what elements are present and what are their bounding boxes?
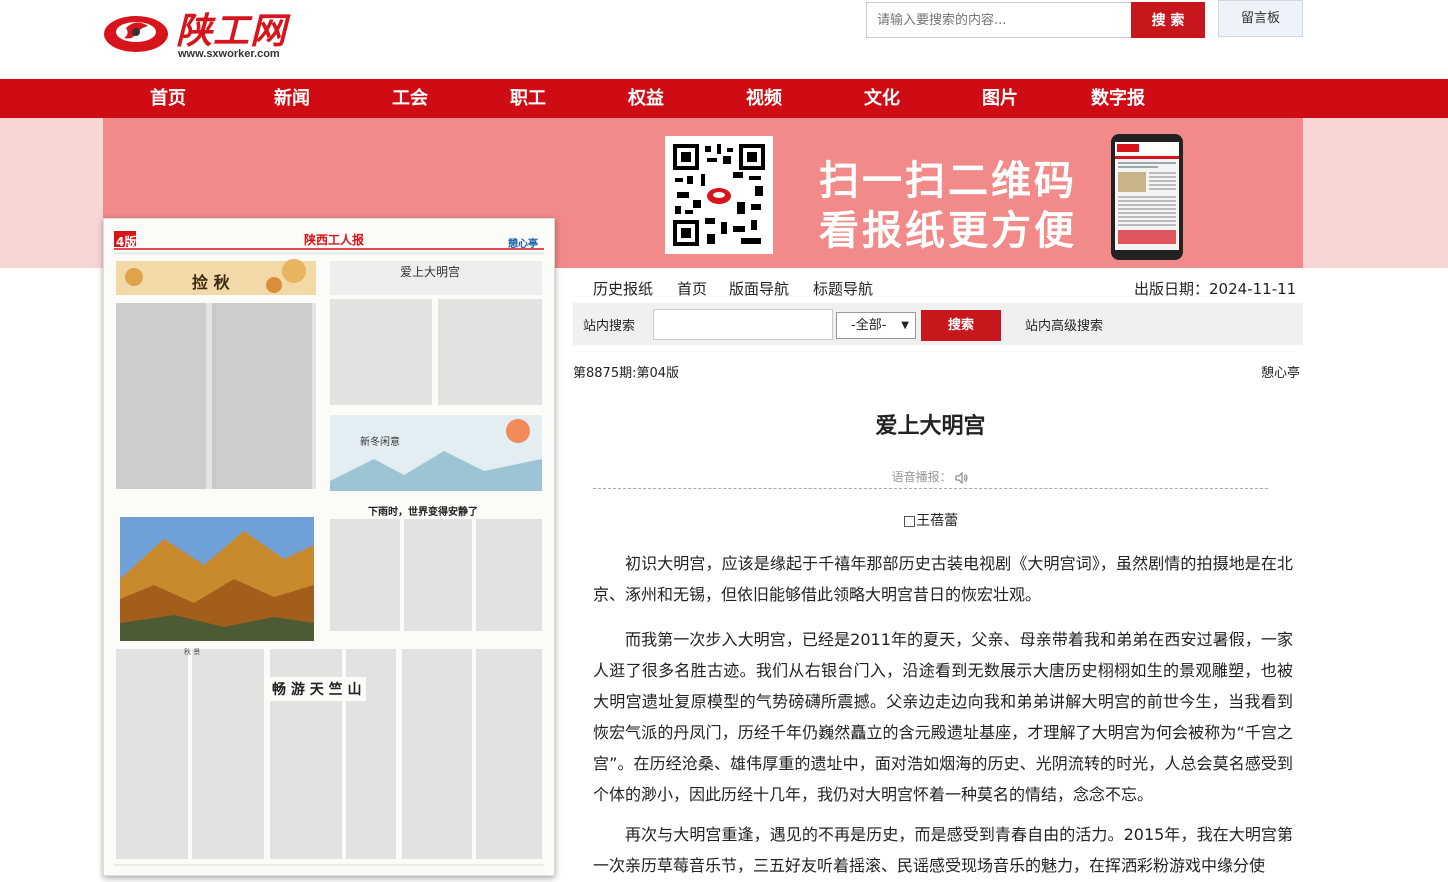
speaker-icon[interactable] bbox=[955, 471, 969, 484]
article-paragraph: 而我第一次步入大明宫，已经是2011年的夏天，父亲、母亲带着我和弟弟在西安过暑假… bbox=[593, 630, 1293, 804]
subnav-home[interactable]: 首页 bbox=[677, 278, 707, 299]
nav-item-video[interactable]: 视频 bbox=[746, 79, 782, 118]
pub-date-label: 出版日期： bbox=[1134, 280, 1210, 298]
site-header: 陕工网 www.sxworker.com 搜 索 留言板 bbox=[0, 0, 1448, 78]
nav-item-union[interactable]: 工会 bbox=[392, 79, 428, 118]
logo-text: 陕工网 bbox=[176, 10, 288, 52]
phone-screen bbox=[1115, 142, 1179, 250]
site-search-scope-select[interactable]: -全部- ▼ bbox=[836, 312, 916, 339]
section-label: 憩心亭 bbox=[1261, 366, 1301, 381]
message-board-button[interactable]: 留言板 bbox=[1218, 0, 1303, 37]
newspaper-page-thumbnail[interactable]: 4版 陕西工人报 憩心亭 捡 秋 爱上大明宫 新冬闲意 下雨时，世界变得安静了 … bbox=[103, 218, 555, 876]
tts-label: 语音播报： bbox=[891, 470, 952, 484]
banner-headline-2: 看报纸更方便 bbox=[819, 208, 1077, 254]
phone-newspaper-icon bbox=[1115, 142, 1179, 244]
scope-select-value: -全部- bbox=[851, 318, 887, 333]
paper-headline-1: 捡 秋 bbox=[192, 273, 230, 292]
article-author: □王蓓蕾 bbox=[902, 513, 959, 529]
subnav-history[interactable]: 历史报纸 bbox=[593, 278, 653, 299]
phone-mockup bbox=[1111, 134, 1183, 260]
subnav-title-nav[interactable]: 标题导航 bbox=[813, 278, 873, 299]
article-title: 爱上大明宫 bbox=[875, 414, 986, 439]
paper-masthead: 陕西工人报 bbox=[304, 233, 365, 247]
paper-page-label: 4版 bbox=[116, 235, 137, 249]
main-nav: 首页 新闻 工会 职工 权益 视频 文化 图片 数字报 bbox=[0, 79, 1448, 118]
article-paragraph: 再次与大明宫重逢，遇见的不再是历史，而是感受到青春自由的活力。2015年，我在大… bbox=[593, 825, 1293, 875]
site-search-input[interactable] bbox=[653, 309, 833, 340]
article-paragraph: 初识大明宫，应该是缘起于千禧年那部历史古装电视剧《大明宫词》，虽然剧情的拍摄地是… bbox=[593, 554, 1293, 604]
publication-date: 出版日期：2024-11-11 bbox=[1134, 278, 1296, 299]
site-search-bar: 站内搜索 -全部- ▼ 搜索 站内高级搜索 bbox=[573, 303, 1303, 345]
subnav-page-nav[interactable]: 版面导航 bbox=[729, 278, 789, 299]
nav-item-rights[interactable]: 权益 bbox=[628, 79, 664, 118]
search-button[interactable]: 搜 索 bbox=[1131, 2, 1205, 38]
qr-code bbox=[665, 136, 773, 254]
site-search-label: 站内搜索 bbox=[583, 319, 636, 334]
site-logo[interactable]: 陕工网 www.sxworker.com bbox=[100, 2, 290, 64]
nav-item-photos[interactable]: 图片 bbox=[982, 79, 1018, 118]
issue-label: 第8875期:第04版 bbox=[573, 366, 680, 381]
advanced-search-link[interactable]: 站内高级搜索 bbox=[1025, 315, 1103, 334]
pub-date-value: 2024-11-11 bbox=[1209, 280, 1297, 298]
chevron-down-icon: ▼ bbox=[901, 320, 909, 331]
title-divider bbox=[593, 488, 1268, 489]
site-search-button[interactable]: 搜索 bbox=[921, 310, 1001, 341]
newspaper-layout bbox=[104, 219, 554, 875]
paper-photo-caption: 秋 景 bbox=[184, 648, 201, 656]
qr-code-icon bbox=[671, 142, 767, 248]
nav-item-home[interactable]: 首页 bbox=[150, 79, 186, 118]
nav-item-workers[interactable]: 职工 bbox=[510, 79, 546, 118]
paper-headline-3: 新冬闲意 bbox=[360, 437, 400, 448]
logo-url: www.sxworker.com bbox=[178, 48, 280, 60]
paper-headline-2: 爱上大明宫 bbox=[400, 265, 461, 279]
logo-emblem-icon bbox=[104, 16, 168, 52]
tts-control[interactable]: 语音播报： bbox=[593, 468, 1268, 485]
paper-headline-4: 下雨时，世界变得安静了 bbox=[368, 507, 478, 518]
search-input[interactable] bbox=[866, 2, 1132, 38]
nav-item-epaper[interactable]: 数字报 bbox=[1091, 79, 1145, 118]
nav-item-culture[interactable]: 文化 bbox=[864, 79, 900, 118]
paper-section: 憩心亭 bbox=[508, 239, 538, 250]
paper-headline-5: 畅 游 天 竺 山 bbox=[268, 677, 366, 701]
nav-item-news[interactable]: 新闻 bbox=[274, 79, 310, 118]
